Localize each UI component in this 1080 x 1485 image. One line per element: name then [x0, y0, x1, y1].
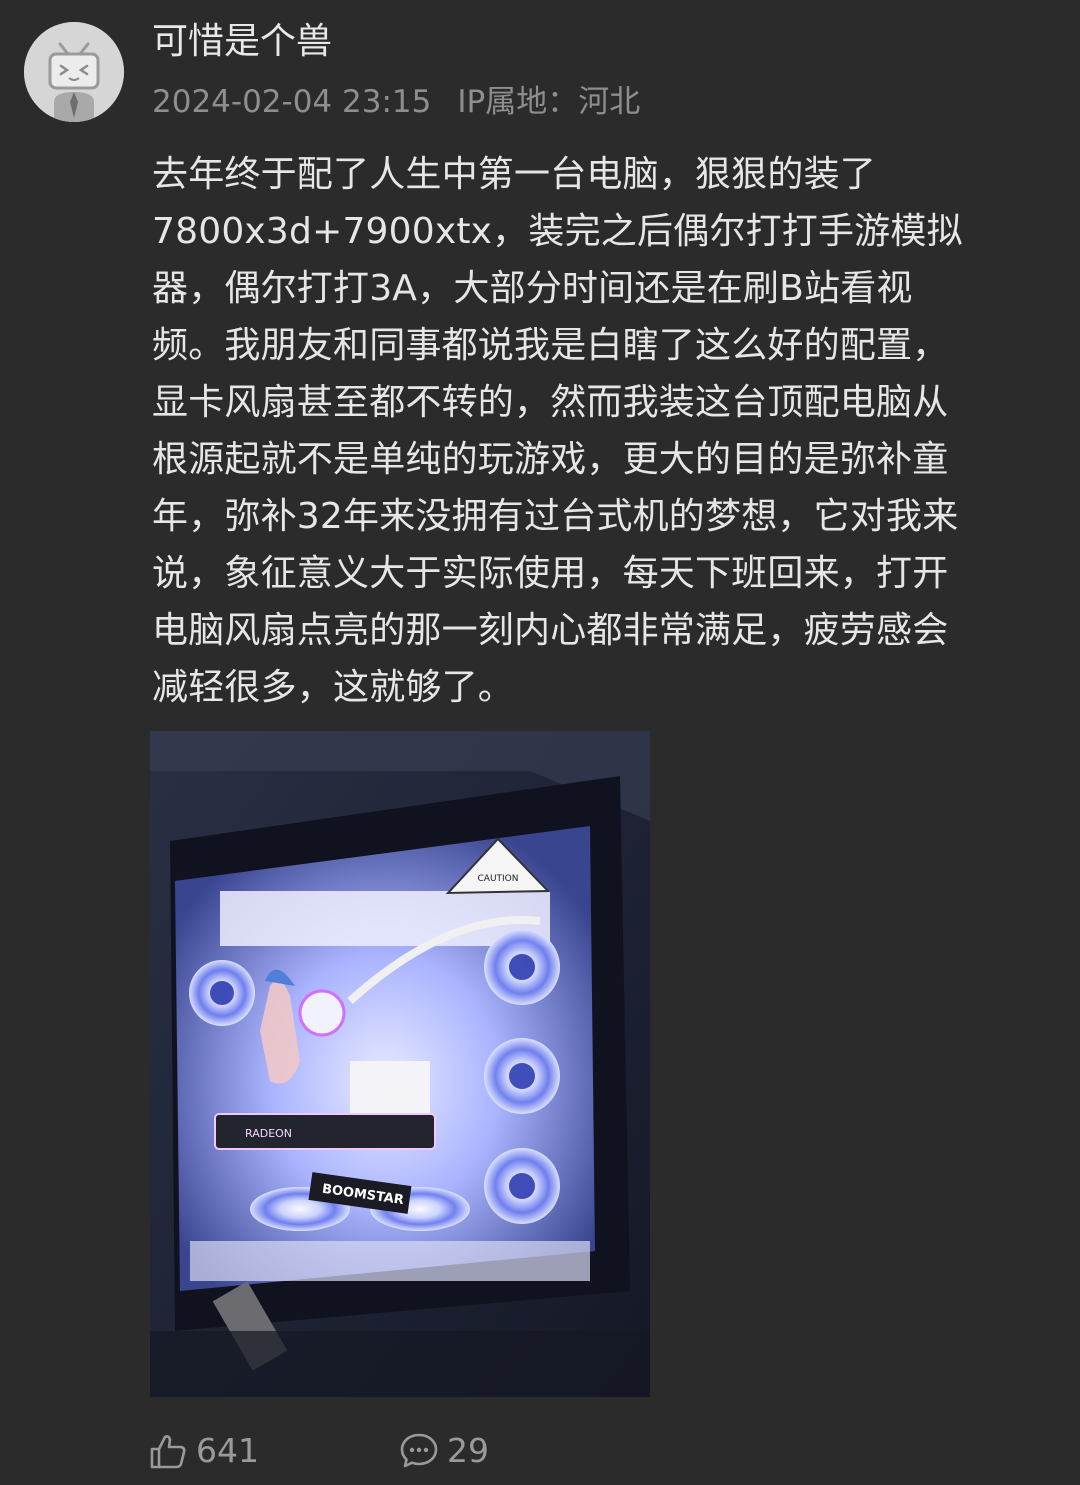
- comment-bubble-icon: [400, 1433, 438, 1468]
- avatar[interactable]: [24, 22, 124, 122]
- gpu-brand-label: RADEON: [245, 1127, 292, 1140]
- comment-count: 29: [447, 1431, 489, 1470]
- thumbs-up-icon: [150, 1435, 186, 1469]
- post-timestamp: 2024-02-04 23:15: [152, 84, 432, 120]
- like-count: 641: [196, 1431, 259, 1470]
- post-image-pc-build[interactable]: CAUTION RADEON BOOMSTAR: [150, 731, 650, 1397]
- post-actions: 641 29: [148, 1428, 489, 1474]
- comment-button[interactable]: 29: [399, 1428, 489, 1474]
- post-meta: 2024-02-04 23:15 IP属地：河北: [152, 80, 640, 124]
- caution-label: CAUTION: [478, 874, 519, 884]
- ip-location: IP属地：河北: [457, 84, 641, 120]
- tv-mascot-icon: [24, 22, 124, 122]
- like-button[interactable]: 641: [148, 1428, 259, 1474]
- username[interactable]: 可惜是个兽: [152, 18, 332, 66]
- post-content: 去年终于配了人生中第一台电脑，狠狠的装了 7800x3d+7900xtx，装完之…: [152, 154, 963, 708]
